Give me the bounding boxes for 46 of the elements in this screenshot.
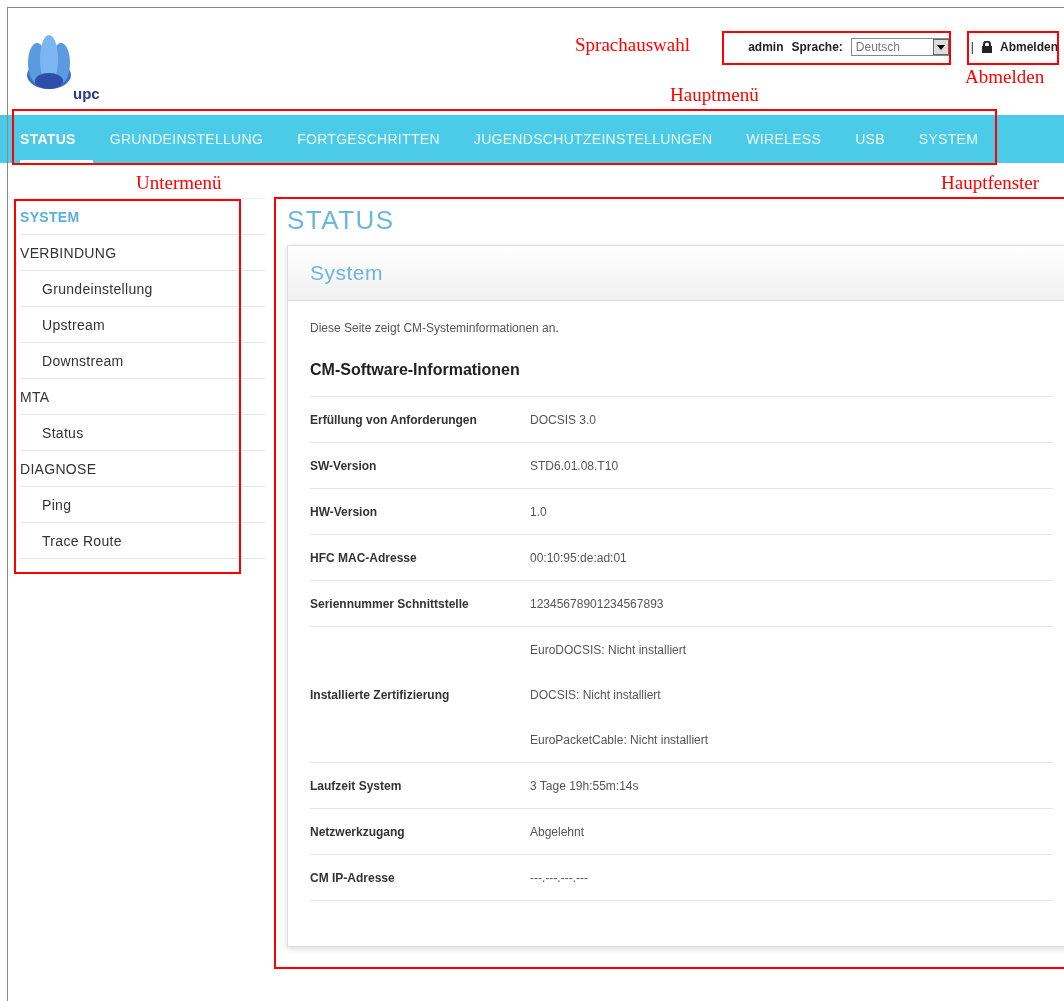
language-label: Sprache:: [791, 40, 843, 54]
info-value: STD6.01.08.T10: [530, 457, 619, 475]
section-heading: CM-Software-Informationen: [310, 361, 521, 379]
submenu-item[interactable]: Grundeinstellung: [20, 271, 265, 307]
annotation-label: Abmelden: [965, 66, 1045, 88]
annotation-label: Hauptfenster: [941, 172, 1040, 194]
submenu-item[interactable]: VERBINDUNG: [20, 235, 265, 271]
annotation-label: Untermenü: [136, 172, 222, 194]
info-value: EuroPacketCable: Nicht installiert: [530, 731, 709, 749]
description-text: Diese Seite zeigt CM-Systeminformationen an.: [310, 321, 560, 335]
logout-link[interactable]: Abmelden: [1000, 40, 1058, 54]
submenu-item[interactable]: Ping: [20, 487, 265, 523]
info-value: ---.---.---.---: [530, 869, 588, 887]
info-label: Erfüllung von Anforderungen: [310, 412, 478, 427]
annotation-label: Sprachauswahl: [575, 34, 691, 56]
info-label: HW-Version: [310, 504, 379, 519]
info-value: Abgelehnt: [530, 823, 585, 841]
info-label: HFC MAC-Adresse: [310, 550, 418, 565]
page-title: STATUS: [287, 203, 396, 237]
annotation-label: Hauptmenü: [670, 84, 759, 106]
info-value: EuroDOCSIS: Nicht installiert: [530, 641, 688, 659]
submenu-item[interactable]: Status: [20, 415, 265, 451]
card-title: System: [288, 246, 1064, 301]
info-label: Netzwerkzugang: [310, 824, 406, 839]
info-value: DOCSIS 3.0: [530, 411, 597, 429]
info-value: 12345678901234567893: [530, 595, 664, 613]
submenu-item[interactable]: MTA: [20, 379, 265, 415]
submenu-item[interactable]: Trace Route: [20, 523, 265, 559]
info-label: CM IP-Adresse: [310, 870, 396, 885]
info-label: Laufzeit System: [310, 778, 403, 793]
info-value: 3 Tage 19h:55m:14s: [530, 777, 639, 795]
username: admin: [748, 40, 784, 54]
info-value: 1.0: [530, 503, 547, 521]
submenu-item[interactable]: Downstream: [20, 343, 265, 379]
logo-text: upc: [73, 85, 100, 102]
info-label: Seriennummer Schnittstelle: [310, 596, 470, 611]
language-select[interactable]: Deutsch: [850, 38, 951, 56]
caret-icon: [936, 44, 945, 50]
lock-icon: [982, 41, 992, 53]
info-value: DOCSIS: Nicht installiert: [530, 686, 662, 704]
info-label: Installierte Zertifizierung: [310, 687, 451, 702]
separator: |: [970, 40, 974, 54]
info-value: 00:10:95:de:ad:01: [530, 549, 627, 567]
submenu-item[interactable]: Upstream: [20, 307, 265, 343]
submenu-item[interactable]: DIAGNOSE: [20, 451, 265, 487]
info-label: SW-Version: [310, 458, 378, 473]
